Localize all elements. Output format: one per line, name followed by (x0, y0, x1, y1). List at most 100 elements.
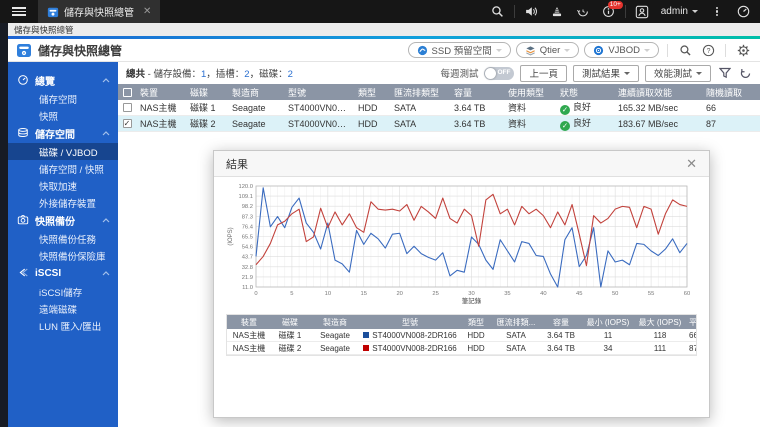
chevron-down-icon (495, 48, 502, 52)
svg-text:25: 25 (432, 291, 438, 297)
previous-page-button[interactable]: 上一頁 (520, 64, 567, 82)
result-row-1: NAS主機 磁碟 1 Seagate ST4000VN008-2DR166 HDD SAT… (227, 329, 696, 342)
vjbod-button[interactable]: VJBOD (584, 42, 659, 58)
chevron-up-icon[interactable] (102, 218, 110, 223)
chevron-up-icon[interactable] (102, 271, 110, 276)
cell: Seagate (320, 330, 350, 340)
result-dialog-title: 結果 (226, 158, 248, 171)
svg-text:11.0: 11.0 (242, 285, 253, 291)
cell: 111 (653, 343, 667, 353)
column-header: 類型 (358, 87, 377, 98)
cell: 3.64 TB (547, 343, 575, 353)
user-menu[interactable]: admin (655, 6, 704, 17)
chevron-down-icon (696, 71, 702, 75)
cell: 66 (706, 102, 717, 113)
external-device-icon[interactable] (544, 0, 570, 23)
cell: HDD (358, 102, 378, 113)
notification-badge: 10+ (607, 1, 623, 9)
topbar-divider (624, 5, 626, 18)
header-checkbox-cell (118, 87, 136, 97)
sidebar-item-0-0[interactable]: 儲存空間 (8, 90, 118, 107)
performance-test-button[interactable]: 效能測試 (644, 64, 711, 82)
sidebar-item-2-0[interactable]: 快照備份任務 (8, 230, 118, 247)
column-header: 平均 (IOPS) (689, 317, 696, 327)
sidebar-nav: 總覽 儲存空間 快照 儲存空間 磁碟 / VJBOD 儲存空間 / 快照 快取加速 外接儲存裝… (8, 62, 118, 427)
chevron-down-icon (692, 10, 698, 13)
cell: NAS主機 (232, 330, 266, 340)
chevron-down-icon (644, 48, 650, 52)
sidebar-section-0[interactable]: 總覽 (8, 71, 118, 90)
ssd-overprovisioning-button[interactable]: SSD 預留空間 (407, 42, 511, 58)
storage-snapshots-manager-window: 儲存與快照總管 ✕ 10+ admin 儲存與快照總管 儲存與快照總管 SSD … (0, 0, 760, 427)
svg-text:76.4: 76.4 (242, 224, 254, 230)
sidebar-section-3[interactable]: iSCSI (8, 264, 118, 283)
sidebar-item-0-1[interactable]: 快照 (8, 107, 118, 124)
row-checkbox[interactable]: ✓ (122, 119, 132, 128)
cell: ✓ 良好 (560, 102, 592, 115)
series-color-swatch (363, 331, 370, 338)
disk-row-2[interactable]: ✓ NAS主機 磁碟 2 Seagate ST4000VN008-2DR1... HDD S… (118, 116, 760, 132)
cell: 34 (603, 343, 613, 353)
help-icon[interactable]: ? (699, 44, 717, 57)
disk-row-1[interactable]: NAS主機 磁碟 1 Seagate ST4000VN008-2DR1... HDD SA… (118, 100, 760, 116)
column-header: 匯流排類型 (394, 87, 440, 98)
sidebar-section-2[interactable]: 快照備份 (8, 211, 118, 230)
toolbar-divider (667, 43, 668, 57)
test-result-button[interactable]: 測試結果 (572, 64, 639, 82)
global-search-icon[interactable] (676, 44, 694, 57)
sidebar-item-3-1[interactable]: 遠端磁碟 (8, 300, 118, 317)
weekly-test-toggle[interactable]: OFF (484, 66, 515, 80)
svg-text:43.7: 43.7 (242, 255, 253, 261)
qtier-button[interactable]: Qtier (515, 42, 580, 58)
row-checkbox[interactable] (122, 103, 132, 112)
sidebar-item-1-0[interactable]: 磁碟 / VJBOD (8, 143, 118, 160)
gauge-icon (17, 74, 29, 88)
series-color-swatch (363, 344, 370, 351)
svg-text:(IOPS): (IOPS) (228, 227, 234, 245)
row-checkbox-cell (118, 103, 136, 112)
chevron-up-icon[interactable] (102, 131, 110, 136)
svg-text:筆記錄: 筆記錄 (462, 296, 482, 305)
background-tasks-icon[interactable] (570, 0, 596, 23)
select-all-checkbox[interactable] (122, 87, 132, 97)
sidebar-item-1-1[interactable]: 儲存空間 / 快照 (8, 160, 118, 177)
svg-text:0: 0 (254, 291, 257, 297)
app-tab[interactable]: 儲存與快照總管 ✕ (38, 0, 161, 23)
totals-summary: 總共 - 儲存設備：1，插槽：2，磁碟：2 (126, 69, 293, 80)
sidebar-item-1-2[interactable]: 快取加速 (8, 177, 118, 194)
notifications-icon[interactable]: 10+ (596, 0, 623, 23)
volume-icon[interactable] (518, 0, 544, 23)
column-header: 型號 (288, 87, 307, 98)
cell: 磁碟 1 (190, 103, 216, 113)
sidebar-item-3-0[interactable]: iSCSI儲存 (8, 283, 118, 300)
close-dialog-icon[interactable]: ✕ (686, 157, 697, 170)
page-title: 儲存與快照總管 (38, 43, 123, 58)
chevron-up-icon[interactable] (102, 78, 110, 83)
search-icon[interactable] (485, 0, 511, 23)
window-taskbar-label[interactable]: 儲存與快照總管 (8, 23, 760, 36)
sidebar-item-2-1[interactable]: 快照備份保險庫 (8, 247, 118, 264)
column-header: 磁碟 (282, 317, 298, 327)
svg-text:5: 5 (290, 291, 293, 297)
cell: 磁碟 2 (278, 343, 302, 353)
sidebar-item-1-3[interactable]: 外接儲存裝置 (8, 194, 118, 211)
main-menu-button[interactable] (0, 0, 38, 23)
dashboard-icon[interactable] (730, 0, 756, 23)
sidebar-section-1[interactable]: 儲存空間 (8, 124, 118, 143)
close-tab-icon[interactable]: ✕ (143, 6, 151, 17)
cell: 資料 (508, 103, 527, 113)
svg-text:60: 60 (684, 291, 690, 297)
status-good-icon: ✓ (560, 104, 570, 115)
more-options-icon[interactable] (704, 0, 730, 23)
user-icon[interactable] (629, 0, 655, 23)
sidebar-item-3-2[interactable]: LUN 匯入/匯出 (8, 317, 118, 334)
username-label: admin (660, 6, 688, 17)
sidebar-section-label: 快照備份 (35, 217, 75, 228)
column-header: 最大 (IOPS) (638, 317, 682, 327)
disk-table-header-row: 裝置 磁碟 製造商 型號 類型 匯流排類型 容量 使用類型 狀態 連續讀取效能 隨機讀取 (118, 84, 760, 100)
filter-icon[interactable] (719, 67, 731, 79)
refresh-icon[interactable] (739, 67, 752, 80)
svg-text:35: 35 (504, 291, 510, 297)
settings-gear-icon[interactable] (734, 44, 752, 57)
cell: NAS主機 (140, 103, 177, 113)
